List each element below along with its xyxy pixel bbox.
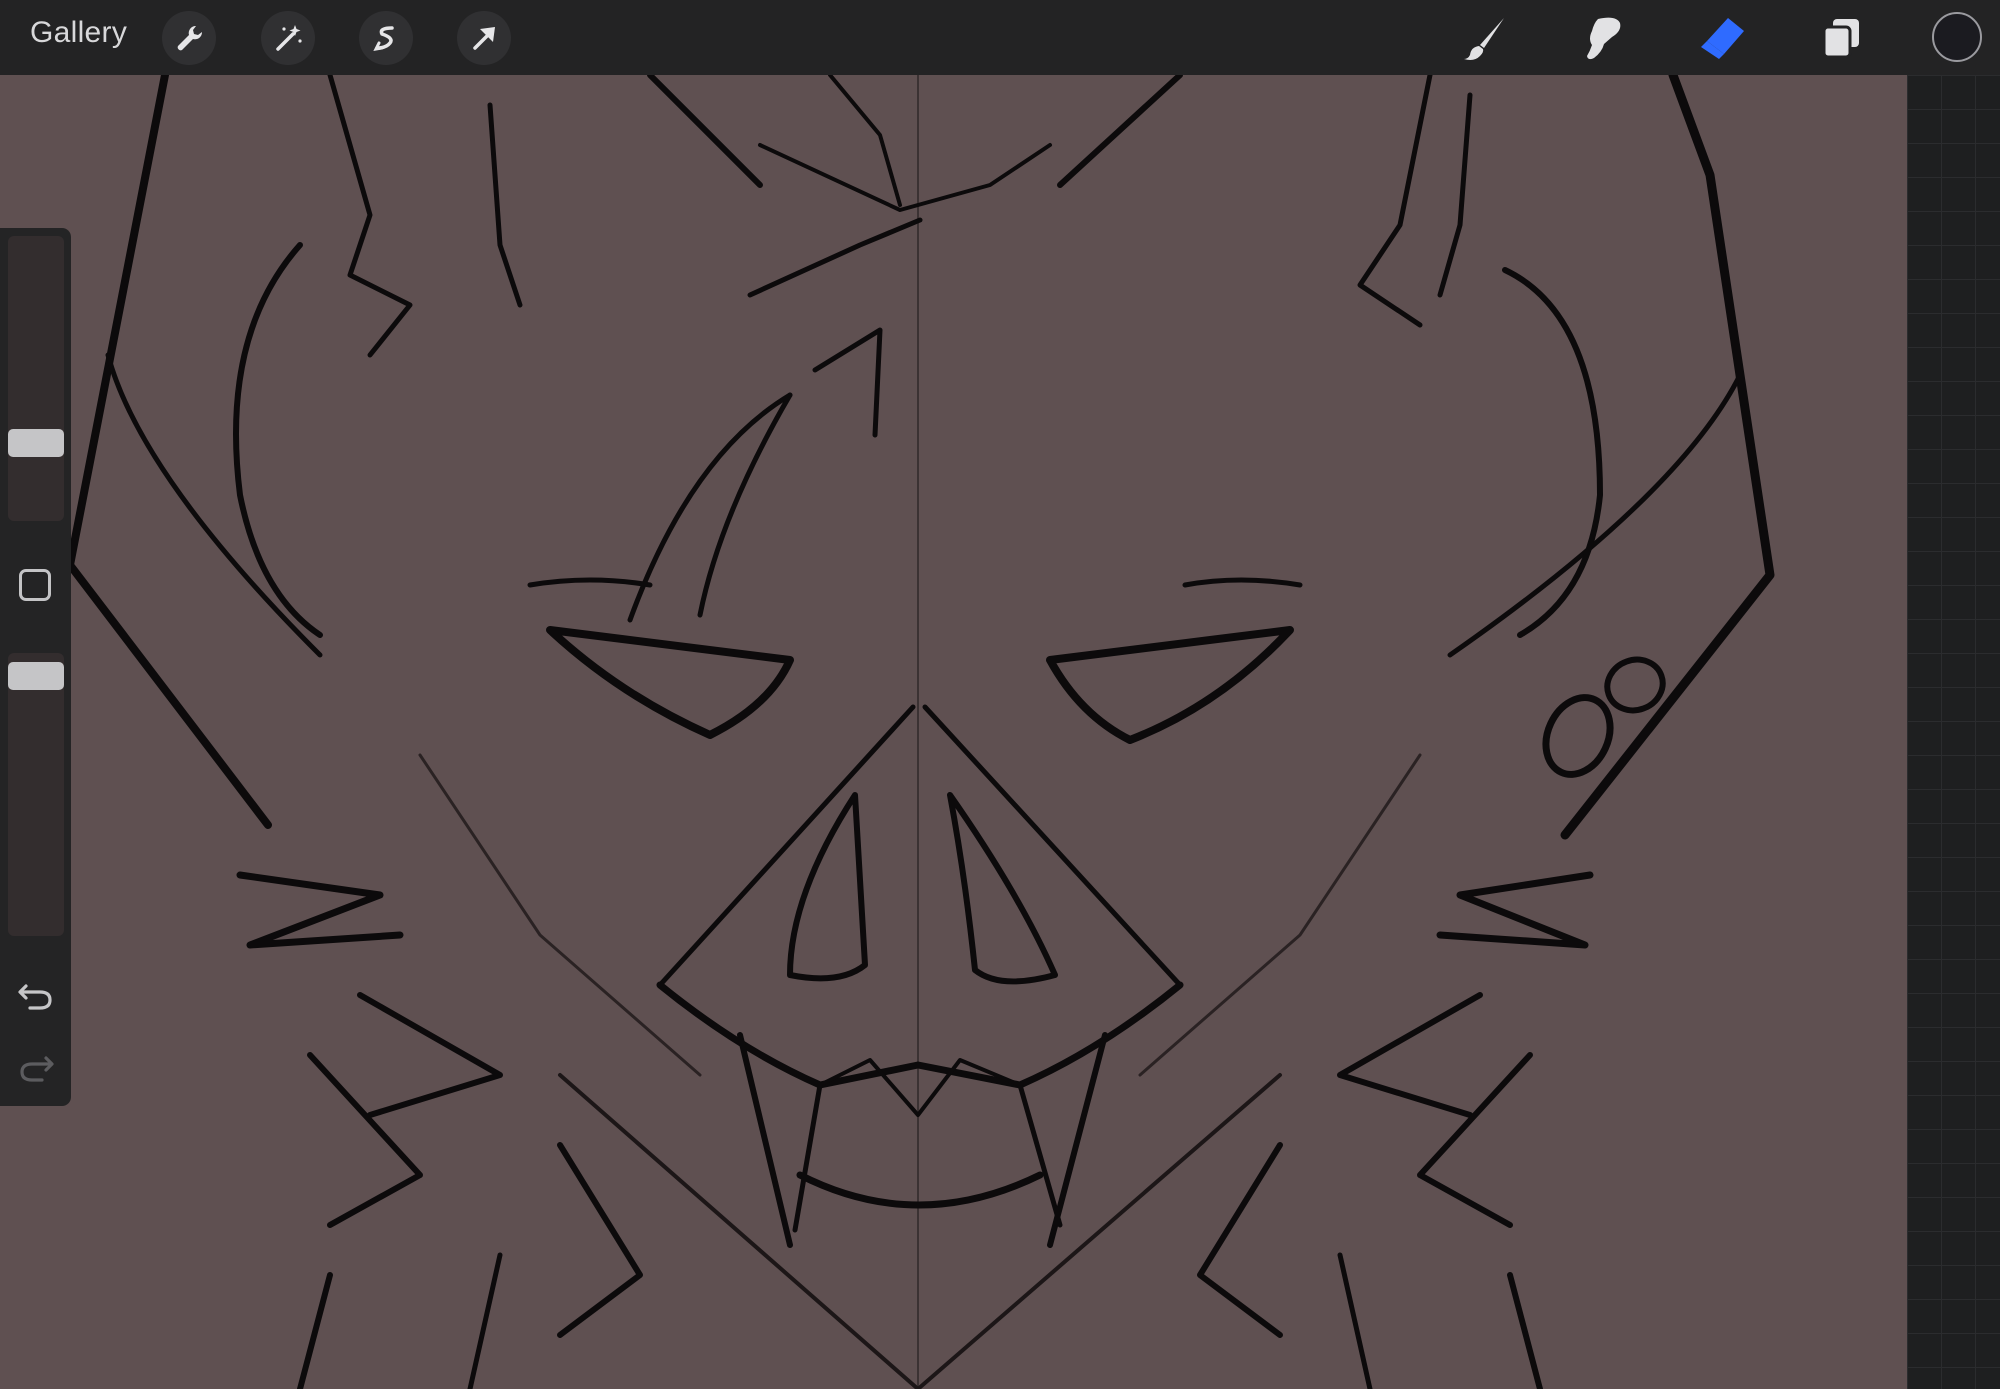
wrench-icon (177, 25, 203, 51)
magic-wand-icon (276, 25, 302, 51)
gallery-button[interactable]: Gallery (30, 16, 127, 50)
brush-icon (1464, 18, 1504, 60)
selection-button[interactable] (359, 11, 413, 65)
brush-size-slider[interactable] (8, 236, 64, 521)
smudge-tool-button[interactable] (1575, 10, 1631, 66)
arrow-icon (473, 27, 495, 50)
color-picker-button[interactable] (1932, 12, 1982, 62)
brush-sidebar (0, 228, 71, 1106)
top-toolbar: Gallery (0, 0, 2000, 75)
selection-icon (373, 26, 394, 51)
opacity-slider[interactable] (8, 653, 64, 936)
adjustments-button[interactable] (261, 11, 315, 65)
eraser-icon (1701, 18, 1744, 59)
opacity-thumb[interactable] (8, 662, 64, 690)
transform-button[interactable] (457, 11, 511, 65)
lineart-sketch (66, 75, 1775, 1389)
redo-icon[interactable] (16, 1050, 56, 1086)
modify-button[interactable] (19, 569, 51, 601)
brush-size-thumb[interactable] (8, 429, 64, 457)
layers-button[interactable] (1813, 10, 1869, 66)
undo-icon[interactable] (16, 978, 56, 1014)
drawing-canvas[interactable] (0, 75, 1907, 1389)
actions-button[interactable] (162, 11, 216, 65)
canvas-grid-margin (1907, 75, 2000, 1389)
eraser-tool-button[interactable] (1694, 10, 1750, 66)
brush-tool-button[interactable] (1457, 10, 1513, 66)
smudge-icon (1587, 17, 1621, 60)
layers-icon (1822, 19, 1859, 59)
